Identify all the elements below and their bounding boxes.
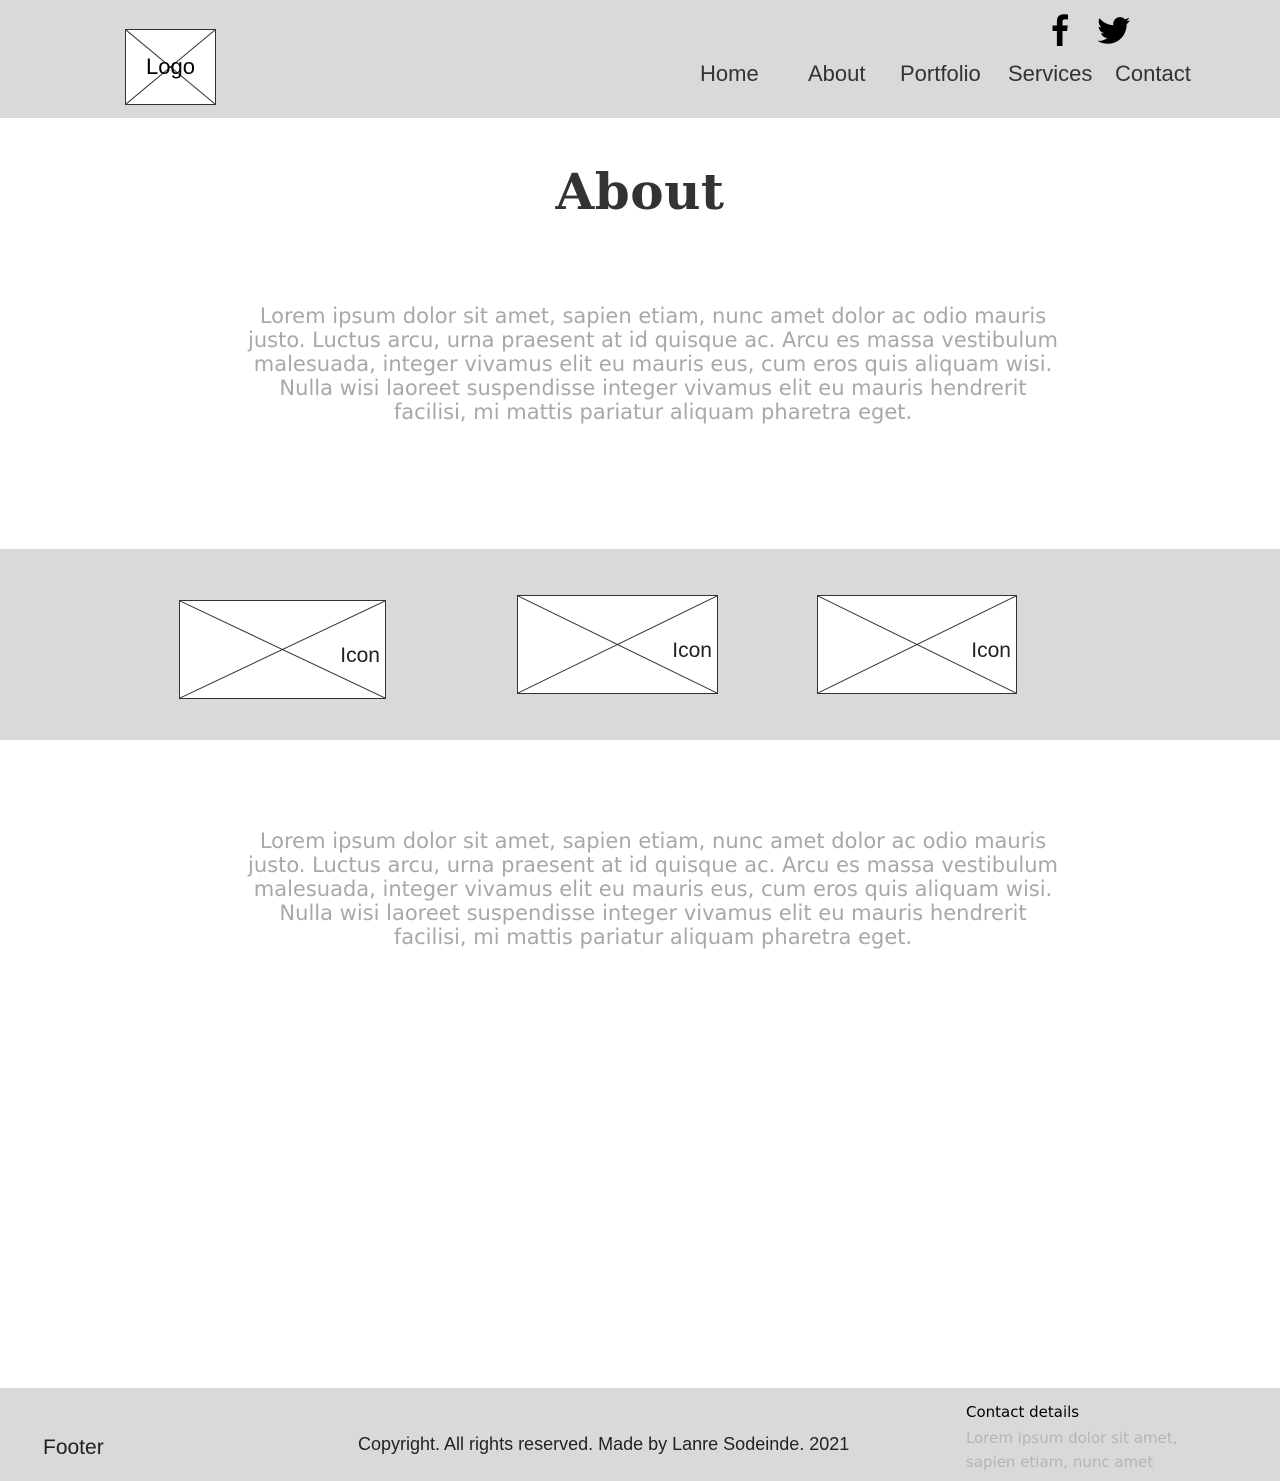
contact-details-title: Contact details xyxy=(966,1403,1080,1421)
icon-placeholder-2: Icon xyxy=(517,595,718,694)
page-title: About xyxy=(555,162,725,221)
nav-about[interactable]: About xyxy=(808,61,866,87)
site-footer: Footer Copyright. All rights reserved. M… xyxy=(0,1388,1280,1481)
icon-label: Icon xyxy=(340,644,380,667)
secondary-paragraph: Lorem ipsum dolor sit amet, sapien etiam… xyxy=(248,829,1058,949)
twitter-icon[interactable] xyxy=(1096,12,1132,46)
icon-label: Icon xyxy=(971,639,1011,662)
nav-contact[interactable]: Contact xyxy=(1115,61,1191,87)
copyright-text: Copyright. All rights reserved. Made by … xyxy=(358,1434,850,1454)
icon-placeholder-1: Icon xyxy=(179,600,386,699)
nav-portfolio[interactable]: Portfolio xyxy=(900,61,981,87)
contact-details-text: Lorem ipsum dolor sit amet, sapien etiam… xyxy=(966,1429,1178,1471)
icon-label: Icon xyxy=(672,639,712,662)
site-header: Logo Home About Portfolio Services Conta… xyxy=(0,0,1280,118)
nav-home[interactable]: Home xyxy=(700,61,759,87)
footer-label: Footer xyxy=(43,1436,104,1459)
facebook-icon[interactable] xyxy=(1044,12,1074,46)
nav-services[interactable]: Services xyxy=(1008,61,1092,87)
icon-placeholder-3: Icon xyxy=(817,595,1017,694)
logo[interactable]: Logo xyxy=(125,29,216,105)
intro-paragraph: Lorem ipsum dolor sit amet, sapien etiam… xyxy=(248,304,1058,424)
logo-label: Logo xyxy=(146,54,195,79)
